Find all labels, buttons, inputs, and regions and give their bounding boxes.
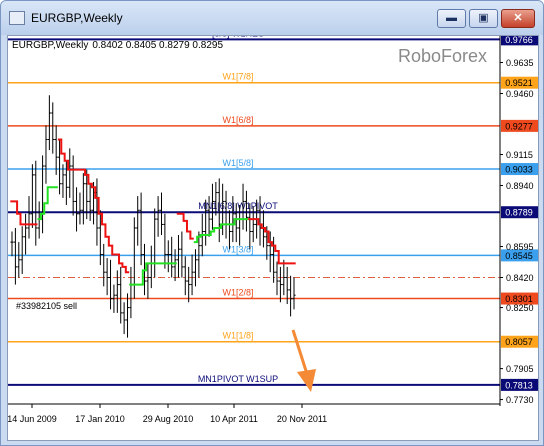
- window-title: EURGBP,Weekly: [31, 11, 123, 25]
- chart-header: EURGBP,Weekly 0.8402 0.8405 0.8279 0.8295: [12, 40, 223, 51]
- level-label: W1[7/8]: [222, 72, 253, 82]
- x-tick-label: 14 Jun 2009: [8, 414, 57, 424]
- roboforex-watermark: RoboForex: [398, 46, 487, 66]
- y-tick-label: 0.9635: [506, 58, 534, 68]
- y-tick-label: 0.9115: [506, 150, 533, 160]
- level-price-tag-text: 0.8789: [505, 208, 533, 218]
- y-tick-label: 0.8940: [506, 181, 534, 191]
- level-label: MN1[6/8] W1PIVOT: [198, 201, 278, 211]
- level-label: W1[2/8]: [222, 288, 253, 298]
- order-label: #33982105 sell: [16, 301, 77, 311]
- level-price-tag-text: 0.8545: [505, 251, 533, 261]
- level-label: W1[6/8]: [222, 115, 253, 125]
- level-label: W1[1/8]: [222, 331, 253, 341]
- chart-area[interactable]: [8/8] W1RES W1[7/8] W1[6/8] W1[5/8] MN1[6/8]…: [7, 28, 539, 441]
- title-bar[interactable]: EURGBP,Weekly ▬ ▣ ✕: [1, 1, 543, 35]
- x-tick-label: 20 Nov 2011: [277, 414, 327, 424]
- level-label: W1[5/8]: [222, 158, 253, 168]
- level-price-tag-text: 0.9766: [505, 36, 533, 45]
- level-label: [8/8] W1RES: [212, 36, 264, 38]
- maximize-button[interactable]: ▣: [469, 9, 498, 28]
- minimize-button[interactable]: ▬: [437, 9, 466, 28]
- price-chart[interactable]: [8/8] W1RES W1[7/8] W1[6/8] W1[5/8] MN1[6/8]…: [7, 28, 538, 440]
- chart-window-icon: [9, 11, 25, 25]
- y-tick-label: 0.7905: [506, 364, 534, 374]
- y-tick-label: 0.8250: [506, 303, 534, 313]
- close-button[interactable]: ✕: [501, 9, 535, 28]
- level-price-tag-text: 0.7813: [505, 380, 533, 390]
- level-price-tag-text: 0.9033: [505, 165, 533, 175]
- level-label: W1[3/8]: [222, 244, 253, 254]
- level-price-tag-text: 0.8057: [505, 337, 533, 347]
- y-tick-label: 0.8595: [506, 242, 534, 252]
- y-tick-label: 0.7730: [506, 395, 534, 405]
- x-tick-label: 17 Jan 2010: [75, 414, 125, 424]
- level-price-tag-text: 0.9521: [505, 78, 533, 88]
- y-tick-label: 0.8420: [506, 273, 534, 283]
- y-tick-label: 0.9460: [506, 89, 534, 99]
- x-tick-label: 29 Aug 2010: [143, 414, 194, 424]
- level-price-tag-text: 0.9277: [505, 121, 533, 131]
- chart-window: EURGBP,Weekly ▬ ▣ ✕ [8/8] W1RES W1[7/8] W1…: [0, 0, 544, 446]
- x-tick-label: 10 Apr 2011: [210, 414, 258, 424]
- level-label: MN1PIVOT W1SUP: [198, 374, 278, 384]
